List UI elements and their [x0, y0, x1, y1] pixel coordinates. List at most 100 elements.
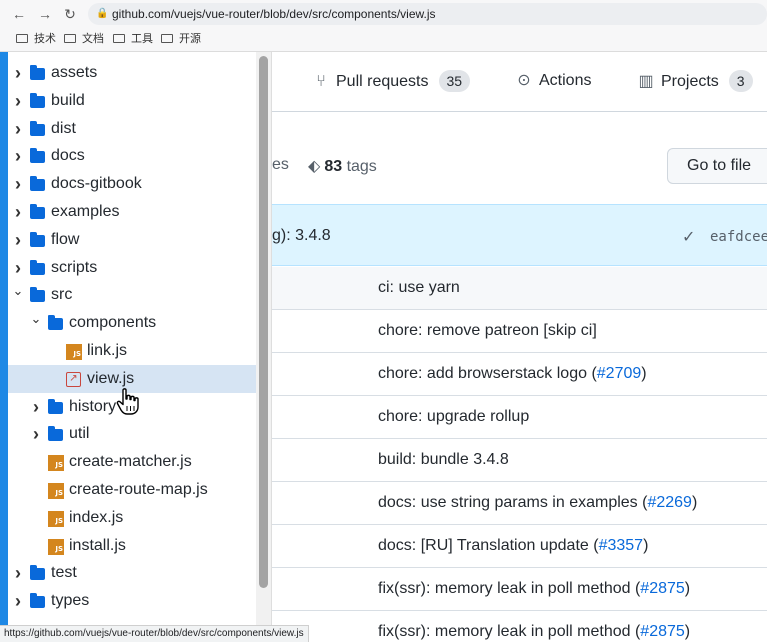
file-tree-item[interactable]: JS index.js	[8, 504, 256, 532]
chevron-right-icon[interactable]: ›	[30, 393, 42, 421]
file-tree-label: build	[51, 91, 85, 109]
chevron-right-icon[interactable]: ›	[12, 59, 24, 87]
file-tree-label: util	[69, 425, 90, 443]
play-circle-icon: ⊙	[517, 72, 531, 89]
js-file-icon: JS	[48, 510, 64, 527]
chevron-right-icon[interactable]: ›	[12, 226, 24, 254]
file-tree-item[interactable]: › types	[8, 587, 256, 615]
chevron-right-icon[interactable]: ›	[12, 115, 24, 143]
table-row: ci: use yarn	[272, 267, 767, 310]
file-tree-item[interactable]: › examples	[8, 198, 256, 226]
commit-message[interactable]: ci: use yarn	[378, 278, 460, 298]
table-row: chore: upgrade rollup	[272, 396, 767, 439]
file-tree-item[interactable]: ⌄ components	[8, 309, 256, 337]
file-tree-label: flow	[51, 230, 80, 248]
pr-link[interactable]: #2875	[640, 580, 685, 597]
commit-text: fix(ssr): memory leak in poll method (	[378, 623, 641, 640]
folder-icon	[30, 204, 45, 219]
file-tree-label: types	[51, 592, 90, 610]
folder-icon	[30, 120, 45, 136]
file-tree-label: test	[51, 564, 77, 582]
chevron-down-icon[interactable]: ⌄	[30, 305, 42, 333]
table-row: chore: remove patreon [skip ci]	[272, 310, 767, 353]
file-tree-item[interactable]: › test	[8, 559, 256, 587]
js-file-icon: JS	[48, 538, 64, 555]
chevron-right-icon[interactable]: ›	[12, 142, 24, 170]
pr-link[interactable]: #2709	[597, 365, 642, 382]
chevron-right-icon[interactable]: ›	[12, 559, 24, 587]
bookmark-folder[interactable]: 工具	[113, 31, 153, 47]
tag-icon: ⬖	[308, 158, 321, 175]
pr-link[interactable]: #2269	[647, 494, 692, 511]
chevron-right-icon[interactable]: ›	[12, 587, 24, 615]
chevron-down-icon[interactable]: ⌄	[12, 277, 24, 305]
commit-message[interactable]: build: bundle 3.4.8	[378, 450, 509, 470]
commit-sha[interactable]: eafdcee	[710, 229, 767, 245]
file-tree-label: docs	[51, 147, 85, 165]
folder-icon	[64, 34, 76, 43]
branches-link[interactable]: es	[272, 156, 289, 174]
commit-text: ci: use yarn	[378, 279, 460, 296]
commit-message[interactable]: fix(ssr): memory leak in poll method (#2…	[378, 622, 690, 642]
file-tree-label: create-route-map.js	[69, 481, 208, 498]
file-tree-label: dist	[51, 119, 76, 137]
folder-icon	[30, 92, 45, 108]
commit-text: chore: add browserstack logo (	[378, 365, 597, 382]
commit-message[interactable]: chore: upgrade rollup	[378, 407, 529, 427]
commit-text: docs: [RU] Translation update (	[378, 537, 599, 554]
commit-message[interactable]: fix(ssr): memory leak in poll method (#2…	[378, 579, 690, 599]
folder-icon	[30, 593, 45, 609]
chevron-right-icon[interactable]: ›	[12, 87, 24, 115]
file-tree-label: examples	[51, 203, 120, 220]
folder-icon	[30, 259, 45, 275]
commit-text: fix(ssr): memory leak in poll method (	[378, 580, 641, 597]
forward-arrow-icon[interactable]: →	[36, 5, 54, 23]
commit-message[interactable]: chore: remove patreon [skip ci]	[378, 321, 597, 341]
file-tree-item[interactable]: › dist	[8, 115, 256, 143]
chevron-right-icon[interactable]: ›	[12, 198, 24, 226]
bookmarks-bar: 技术 文档 工具 开源	[0, 29, 767, 49]
tab-projects[interactable]: ▥ Projects 3	[637, 70, 753, 93]
latest-commit-message[interactable]: g): 3.4.8	[272, 227, 331, 245]
file-tree-label: scripts	[51, 258, 98, 276]
file-tree-item[interactable]: JS create-matcher.js	[8, 448, 256, 476]
folder-icon	[30, 231, 45, 247]
file-tree-label: create-matcher.js	[69, 453, 192, 471]
folder-icon	[48, 315, 63, 331]
address-bar[interactable]: 🔒 github.com/vuejs/vue-router/blob/dev/s…	[88, 3, 767, 25]
folder-icon	[30, 65, 45, 80]
commit-message[interactable]: docs: [RU] Translation update (#3357)	[378, 536, 648, 556]
back-arrow-icon[interactable]: ←	[10, 5, 28, 23]
bookmark-folder[interactable]: 技术	[16, 31, 56, 47]
bookmark-folder[interactable]: 文档	[64, 31, 104, 47]
pr-link[interactable]: #2875	[640, 623, 685, 640]
pr-link[interactable]: #3357	[599, 537, 644, 554]
file-tree-item[interactable]: › docs-gitbook	[8, 170, 256, 198]
tab-actions[interactable]: ⊙ Actions	[515, 70, 591, 92]
file-tree-item[interactable]: › assets	[8, 59, 256, 87]
reload-icon[interactable]: ↻	[61, 5, 79, 23]
file-tree-item[interactable]: JS link.js	[8, 337, 256, 365]
file-tree-item[interactable]: JS create-route-map.js	[8, 476, 256, 504]
commit-message[interactable]: docs: use string params in examples (#22…	[378, 493, 697, 513]
file-tree-item[interactable]: › docs	[8, 142, 256, 170]
bookmark-folder[interactable]: 开源	[161, 31, 201, 47]
file-tree-item[interactable]: › scripts	[8, 254, 256, 282]
git-pull-request-icon: ⑂	[316, 73, 326, 90]
tab-pull-requests[interactable]: ⑂ Pull requests 35	[312, 70, 471, 93]
file-tree-item[interactable]: JS install.js	[8, 532, 256, 560]
file-tree-item[interactable]: › flow	[8, 226, 256, 254]
file-tree-label: link.js	[87, 342, 128, 359]
sidebar-scrollbar-thumb[interactable]	[259, 56, 268, 588]
chevron-right-icon[interactable]: ›	[12, 170, 24, 198]
file-tree-item[interactable]: ⌄ src	[8, 281, 256, 309]
chevron-right-icon[interactable]: ›	[30, 420, 42, 448]
file-tree-item[interactable]: › build	[8, 87, 256, 115]
commit-message[interactable]: chore: add browserstack logo (#2709)	[378, 364, 647, 384]
table-row: fix(ssr): memory leak in poll method (#2…	[272, 568, 767, 611]
file-tree-label: docs-gitbook	[51, 175, 142, 193]
go-to-file-button[interactable]: Go to file	[667, 148, 767, 184]
tags-link[interactable]: ⬖ 83 tags	[308, 156, 377, 176]
file-tree-item[interactable]: › util	[8, 420, 256, 448]
folder-icon	[30, 176, 45, 192]
